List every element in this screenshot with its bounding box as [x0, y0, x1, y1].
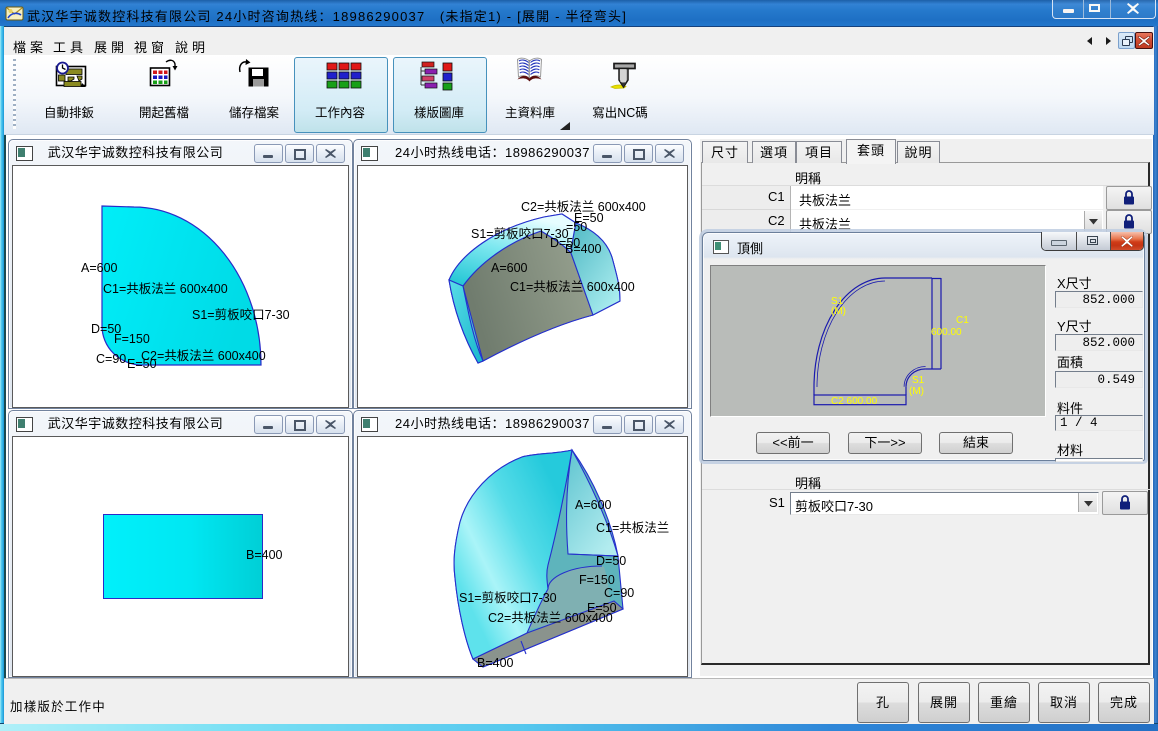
- svg-text:(M): (M): [909, 386, 924, 397]
- svg-text:S1: S1: [912, 375, 925, 386]
- svg-text:600.00: 600.00: [931, 327, 962, 338]
- svg-text:C2 600.00: C2 600.00: [831, 396, 878, 407]
- svg-text:C1: C1: [956, 315, 969, 326]
- svg-text:(M): (M): [831, 306, 846, 317]
